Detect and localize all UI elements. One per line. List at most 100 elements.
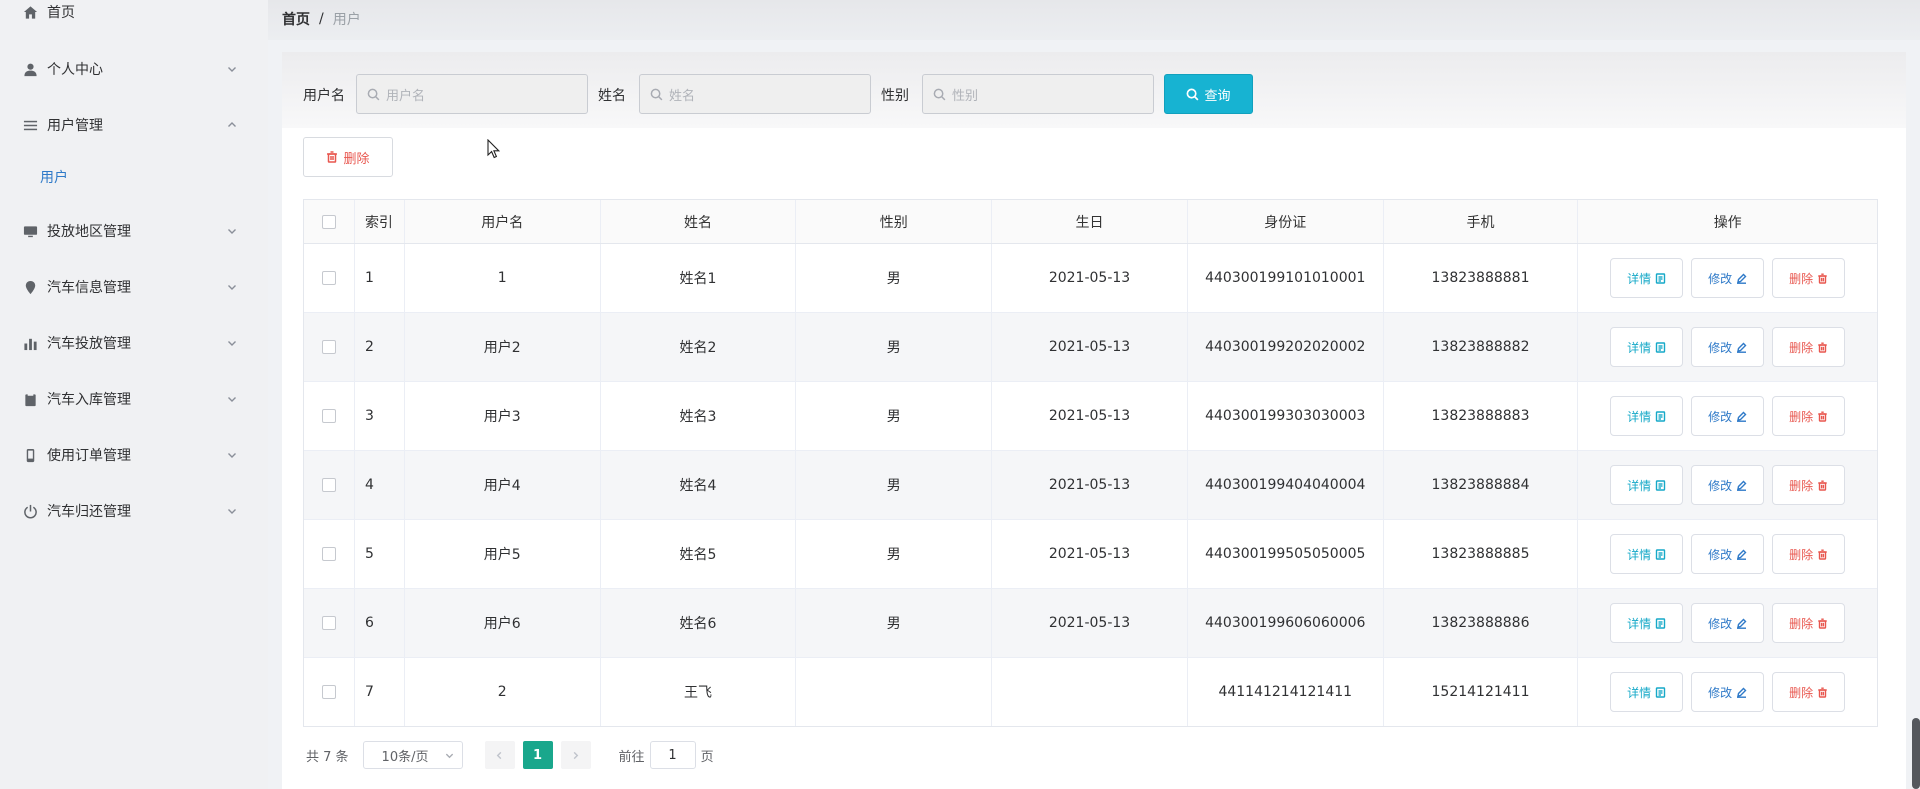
row-checkbox[interactable] (321, 685, 336, 699)
row-checkbox[interactable] (321, 409, 336, 423)
cell-username: 用户4 (405, 451, 601, 519)
sidebar-item-home[interactable]: 首页 (0, 0, 268, 32)
trash-icon (1813, 411, 1828, 422)
delete-button[interactable]: 删除 (1772, 465, 1846, 505)
table-header: 索引 用户名 姓名 性别 生日 身份证 手机 操作 (304, 200, 1877, 244)
sidebar-subitem-user[interactable]: 用户 (0, 157, 268, 197)
row-select-cell[interactable] (304, 520, 355, 588)
edit-button-label: 修改 (1708, 685, 1733, 700)
sidebar-item-label: 汽车信息管理 (47, 280, 131, 296)
query-button[interactable]: 查询 (1164, 74, 1253, 114)
table-row[interactable]: 1 1 姓名1 男 2021-05-13 440300199101010001 138238… (304, 244, 1877, 313)
sidebar-item-car-storage-management[interactable]: 汽车入库管理 (0, 379, 268, 419)
row-checkbox[interactable] (321, 340, 336, 354)
edit-icon (1732, 687, 1747, 698)
cell-phone: 13823888886 (1384, 589, 1579, 657)
delete-button[interactable]: 删除 (1772, 534, 1846, 574)
edit-button[interactable]: 修改 (1691, 327, 1765, 367)
sidebar-item-label: 使用订单管理 (47, 448, 131, 464)
detail-button[interactable]: 详情 (1610, 258, 1684, 298)
table-row[interactable]: 3 用户3 姓名3 男 2021-05-13 440300199303030003 1382… (304, 382, 1877, 451)
row-select-cell[interactable] (304, 382, 355, 450)
sidebar-item-user-management[interactable]: 用户管理 (0, 105, 268, 145)
delete-button[interactable]: 删除 (1772, 603, 1846, 643)
delete-button-label: 删除 (1789, 340, 1814, 355)
scrollbar-thumb[interactable] (1912, 718, 1920, 789)
header-phone: 手机 (1384, 200, 1579, 243)
delete-button[interactable]: 删除 (1772, 672, 1846, 712)
row-select-cell[interactable] (304, 244, 355, 312)
select-all-checkbox[interactable] (321, 214, 336, 229)
header-select-all[interactable] (304, 200, 355, 243)
cell-username: 用户3 (405, 382, 601, 450)
edit-button[interactable]: 修改 (1691, 603, 1765, 643)
sidebar-item-label: 汽车投放管理 (47, 336, 131, 352)
detail-button-label: 详情 (1627, 340, 1652, 355)
row-select-cell[interactable] (304, 451, 355, 519)
delete-button-label: 删除 (1789, 685, 1814, 700)
gender-search-input[interactable]: 性别 (922, 74, 1154, 114)
table-row[interactable]: 4 用户4 姓名4 男 2021-05-13 440300199404040004 1382… (304, 451, 1877, 520)
edit-button[interactable]: 修改 (1691, 672, 1765, 712)
sidebar-item-personal-center[interactable]: 个人中心 (0, 49, 268, 89)
row-select-cell[interactable] (304, 658, 355, 726)
row-checkbox[interactable] (321, 478, 336, 492)
sidebar-item-car-deploy-management[interactable]: 汽车投放管理 (0, 323, 268, 363)
breadcrumb-home[interactable]: 首页 (282, 9, 310, 29)
table-row[interactable]: 7 2 王飞 441141214121411 15214121411 详情 修改 删除 (304, 658, 1877, 726)
detail-button[interactable]: 详情 (1610, 534, 1684, 574)
next-page-button[interactable] (560, 741, 591, 769)
cell-idcard: 440300199606060006 (1188, 589, 1384, 657)
delete-button-label: 删除 (1789, 547, 1814, 562)
edit-button-label: 修改 (1708, 340, 1733, 355)
delete-button[interactable]: 删除 (1772, 327, 1846, 367)
cell-phone: 13823888884 (1384, 451, 1579, 519)
edit-button[interactable]: 修改 (1691, 465, 1765, 505)
row-checkbox[interactable] (321, 616, 336, 630)
edit-button[interactable]: 修改 (1691, 396, 1765, 436)
cell-phone: 13823888885 (1384, 520, 1579, 588)
cell-actions: 详情 修改 删除 (1578, 244, 1877, 312)
cell-name: 王飞 (601, 658, 797, 726)
sidebar-item-region-management[interactable]: 投放地区管理 (0, 211, 268, 251)
sidebar-item-car-info-management[interactable]: 汽车信息管理 (0, 267, 268, 307)
batch-delete-label: 删除 (343, 151, 370, 167)
name-placeholder: 姓名 (669, 88, 696, 104)
detail-button[interactable]: 详情 (1610, 465, 1684, 505)
name-search-input[interactable]: 姓名 (639, 74, 871, 114)
edit-icon (1732, 273, 1747, 284)
chevron-down-icon (227, 338, 237, 348)
search-icon (1187, 88, 1199, 100)
edit-button[interactable]: 修改 (1691, 534, 1765, 574)
delete-button[interactable]: 删除 (1772, 258, 1846, 298)
row-select-cell[interactable] (304, 313, 355, 381)
cell-idcard: 440300199303030003 (1188, 382, 1384, 450)
detail-button[interactable]: 详情 (1610, 603, 1684, 643)
prev-page-button[interactable] (484, 741, 515, 769)
goto-page-input[interactable]: 1 (649, 741, 696, 769)
row-select-cell[interactable] (304, 589, 355, 657)
detail-button[interactable]: 详情 (1610, 327, 1684, 367)
cell-name: 姓名6 (601, 589, 797, 657)
table-row[interactable]: 5 用户5 姓名5 男 2021-05-13 440300199505050005 1382… (304, 520, 1877, 589)
goto-unit: 页 (700, 749, 714, 765)
edit-icon (1732, 342, 1747, 353)
detail-button[interactable]: 详情 (1610, 672, 1684, 712)
table-row[interactable]: 6 用户6 姓名6 男 2021-05-13 440300199606060006 1382… (304, 589, 1877, 658)
sidebar-item-car-return-management[interactable]: 汽车归还管理 (0, 491, 268, 531)
table-row[interactable]: 2 用户2 姓名2 男 2021-05-13 440300199202020002 1382… (304, 313, 1877, 382)
batch-delete-button[interactable]: 删除 (303, 137, 393, 177)
page-size-select[interactable]: 10条/页 (362, 741, 463, 769)
username-search-input[interactable]: 用户名 (356, 74, 588, 114)
page-number-current[interactable]: 1 (522, 741, 553, 769)
row-checkbox[interactable] (321, 271, 336, 285)
sidebar-item-order-management[interactable]: 使用订单管理 (0, 435, 268, 475)
detail-button[interactable]: 详情 (1610, 396, 1684, 436)
delete-button-label: 删除 (1789, 271, 1814, 286)
edit-button[interactable]: 修改 (1691, 258, 1765, 298)
delete-button[interactable]: 删除 (1772, 396, 1846, 436)
chevron-right-icon (573, 751, 579, 759)
cell-actions: 详情 修改 删除 (1578, 451, 1877, 519)
search-icon (367, 88, 380, 101)
row-checkbox[interactable] (321, 547, 336, 561)
